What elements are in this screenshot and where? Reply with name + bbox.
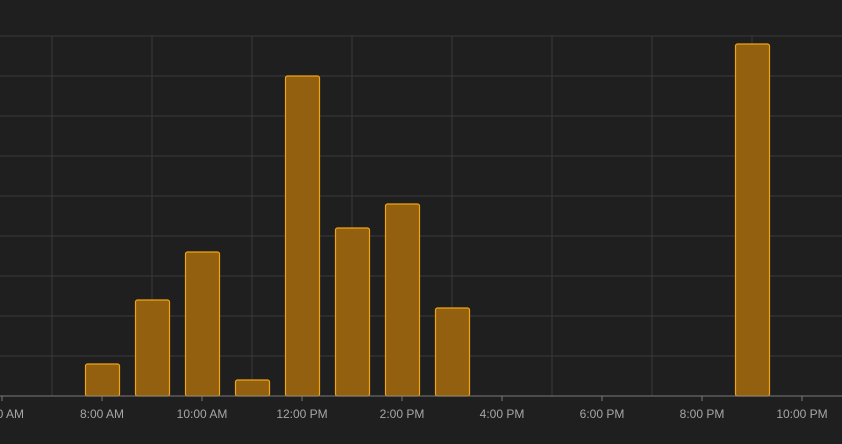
bar-chart: 6:00 AM 8:00 AM 10:00 AM 12:00 PM 2:00 PM 4:0… (0, 0, 842, 444)
chart-canvas: 6:00 AM 8:00 AM 10:00 AM 12:00 PM 2:00 PM 4:0… (0, 35, 842, 421)
x-axis: 6:00 AM 8:00 AM 10:00 AM 12:00 PM 2:00 PM 4:0… (0, 395, 842, 421)
bar-10-00-am (184, 251, 221, 397)
x-tick-label: 6:00 AM (0, 407, 24, 421)
x-tick-label: 4:00 PM (480, 407, 525, 421)
bar-8-00-am (84, 363, 121, 397)
bars (84, 43, 771, 397)
x-tick-label: 8:00 PM (680, 407, 725, 421)
bar-1-00-pm (334, 227, 371, 397)
bar-9-00-pm (734, 43, 771, 397)
bar-9-00-am (134, 299, 171, 397)
x-tick-label: 12:00 PM (276, 407, 327, 421)
x-tick-label: 2:00 PM (380, 407, 425, 421)
bar-3-00-pm (434, 307, 471, 397)
bar-12-00-pm (284, 75, 321, 397)
grid-lines (0, 35, 842, 396)
bar-2-00-pm (384, 203, 421, 397)
x-tick-label: 10:00 PM (776, 407, 827, 421)
x-tick-label: 10:00 AM (177, 407, 228, 421)
x-tick-label: 6:00 PM (580, 407, 625, 421)
x-tick-label: 8:00 AM (80, 407, 124, 421)
bar-11-00-am (234, 379, 271, 397)
